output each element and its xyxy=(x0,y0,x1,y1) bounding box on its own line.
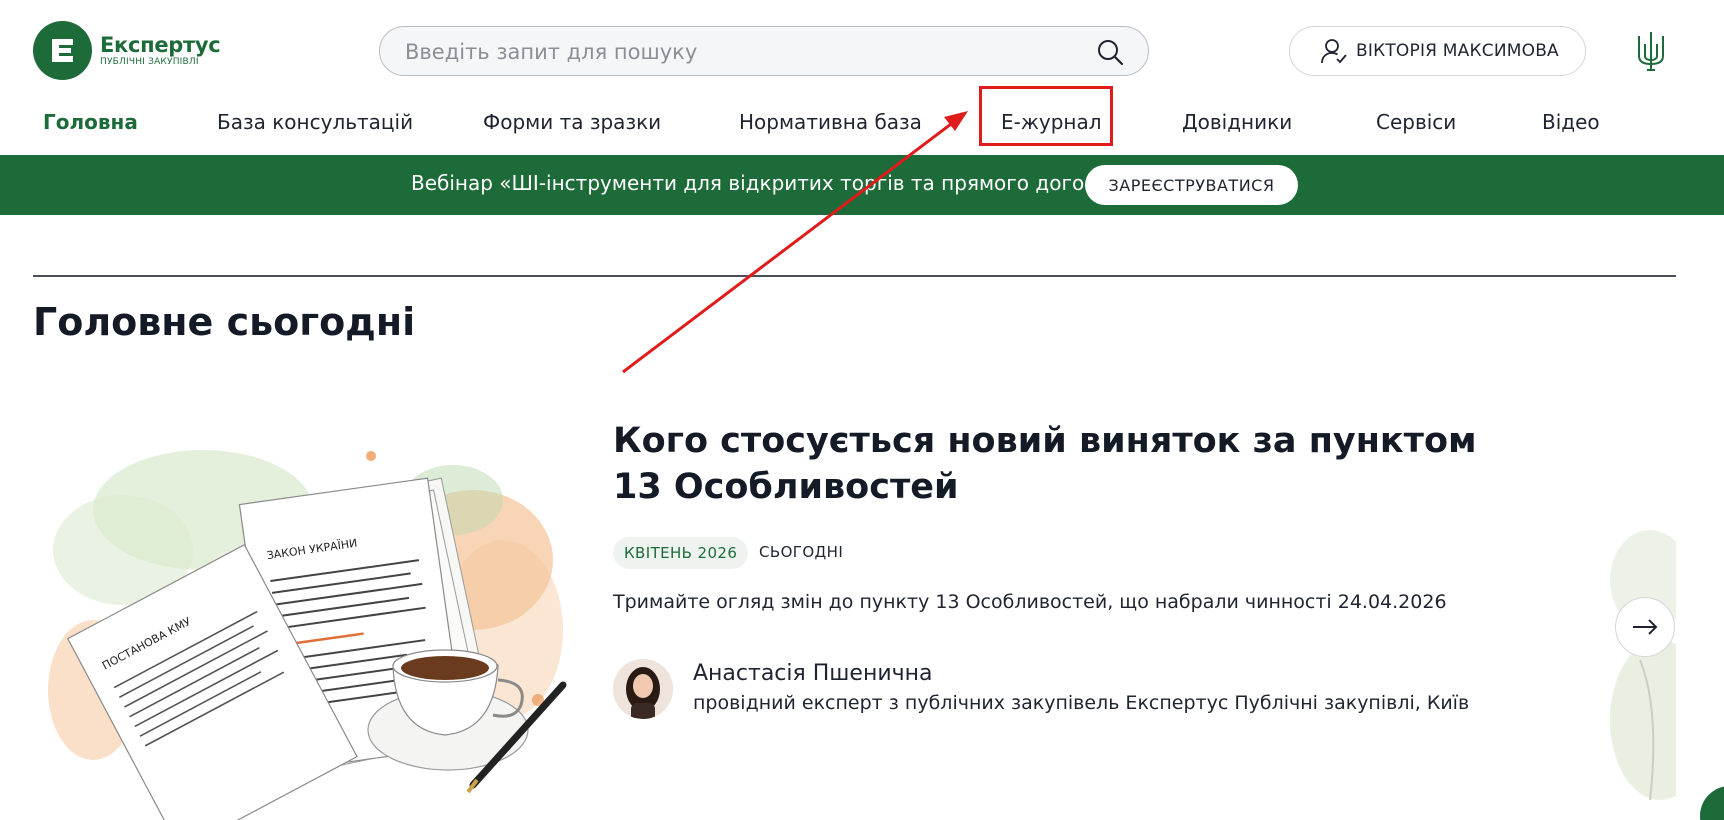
register-button[interactable]: ЗАРЕЄСТРУВАТИСЯ xyxy=(1085,165,1298,205)
status-tag: СЬОГОДНІ xyxy=(759,543,844,561)
author-name[interactable]: Анастасія Пшенична xyxy=(693,661,933,686)
user-account-button[interactable]: ВІКТОРІЯ МАКСИМОВА xyxy=(1289,26,1586,76)
nav-item-forms[interactable]: Форми та зразки xyxy=(483,110,661,134)
next-slide-preview xyxy=(1580,520,1676,820)
logo-subtitle: ПУБЛІЧНІ ЗАКУПІВЛІ xyxy=(100,57,199,67)
section-divider xyxy=(33,275,1676,277)
nav-item-consultations[interactable]: База консультацій xyxy=(217,110,413,134)
search-icon[interactable] xyxy=(1096,38,1124,66)
arrow-right-icon xyxy=(1633,619,1658,635)
carousel-next-button[interactable] xyxy=(1615,597,1675,657)
article-title[interactable]: Кого стосується новий виняток за пунктом… xyxy=(613,418,1513,510)
main-nav: Головна База консультацій Форми та зразк… xyxy=(0,100,1724,155)
article-lead: Тримайте огляд змін до пункту 13 Особлив… xyxy=(613,591,1447,613)
nav-item-directories[interactable]: Довідники xyxy=(1182,110,1292,134)
user-verified-icon xyxy=(1321,39,1347,64)
nav-item-video[interactable]: Відео xyxy=(1542,110,1600,134)
nav-item-home[interactable]: Головна xyxy=(43,110,138,134)
author-role: провідний експерт з публічних закупівель… xyxy=(693,692,1470,714)
webinar-banner: Вебінар «ШІ-інструменти для відкритих то… xyxy=(0,155,1724,215)
site-header: Експертус ПУБЛІЧНІ ЗАКУПІВЛІ ВІКТОРІЯ МА… xyxy=(0,0,1724,100)
user-name: ВІКТОРІЯ МАКСИМОВА xyxy=(1356,41,1559,61)
logo[interactable]: Експертус ПУБЛІЧНІ ЗАКУПІВЛІ xyxy=(33,21,221,80)
search-input[interactable] xyxy=(405,39,1085,65)
author-avatar[interactable] xyxy=(613,659,673,719)
logo-title: Експертус xyxy=(100,33,221,57)
nav-item-services[interactable]: Сервіси xyxy=(1376,110,1456,134)
article-illustration[interactable]: ЗАКОН УКРАЇНИ ПОСТАНОВА КМУ xyxy=(33,430,578,820)
section-title: Головне сьогодні xyxy=(33,300,416,344)
search-box[interactable] xyxy=(379,26,1149,76)
banner-text: Вебінар «ШІ-інструменти для відкритих то… xyxy=(411,171,1145,195)
logo-mark-icon xyxy=(33,21,92,80)
issue-tag[interactable]: КВІТЕНЬ 2026 xyxy=(613,537,749,569)
nav-item-regulations[interactable]: Нормативна база xyxy=(739,110,922,134)
chat-widget-button[interactable] xyxy=(1700,786,1724,820)
trident-icon xyxy=(1638,32,1664,71)
annotation-highlight-box xyxy=(979,86,1113,146)
